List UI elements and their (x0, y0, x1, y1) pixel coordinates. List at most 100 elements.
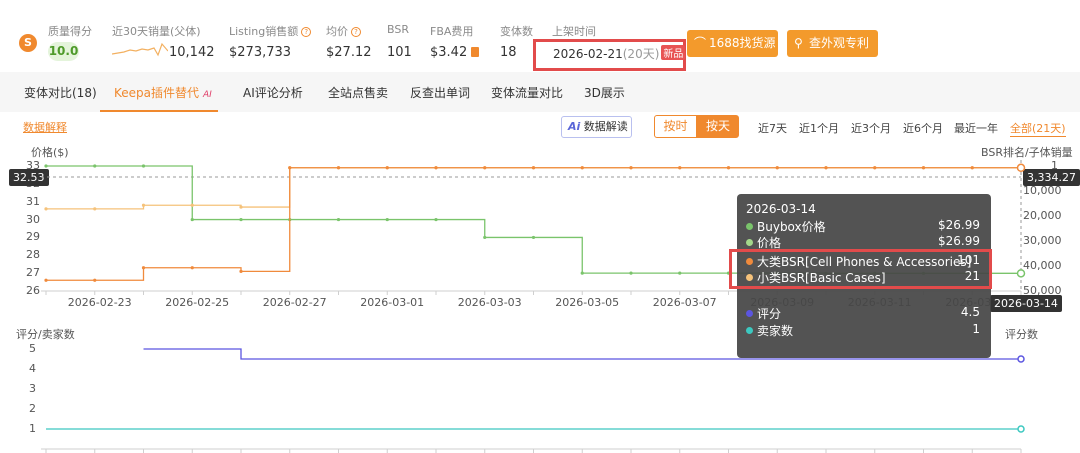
price-series-point (385, 166, 389, 170)
price-series-point (141, 203, 146, 207)
sales-sparkline-icon (112, 42, 168, 57)
legend-dot-icon (746, 310, 753, 317)
legend-dot-icon (746, 223, 753, 230)
tab-keepa-label: Keepa插件替代 (114, 86, 200, 100)
rating-end-marker (1017, 425, 1025, 433)
tab-all-sites[interactable]: 全站点售卖 (328, 84, 388, 101)
tab-reverse-keywords[interactable]: 反查出单词 (410, 84, 470, 101)
tab-variant-compare[interactable]: 变体对比(18) (24, 84, 97, 101)
legend-dot-icon (746, 239, 753, 246)
toggle-daily[interactable]: 按天 (697, 115, 739, 138)
tooltip-date: 2026-03-14 (746, 202, 816, 216)
legend-dot-icon (746, 327, 753, 334)
date-tick: 2026-03-01 (360, 296, 425, 309)
tooltip-row-label: Buybox价格 (757, 220, 826, 234)
price-series-point (239, 205, 243, 209)
price-series-point (93, 164, 97, 168)
price-series-point (775, 166, 779, 170)
find-source-1688-button[interactable]: ⌒ 1688找货源 (687, 30, 778, 57)
bsr-axis-title: BSR排名/子体销量 (981, 146, 1073, 159)
price-series-point (434, 217, 438, 222)
rating-tick: 4 (29, 362, 36, 375)
stat-fba-label: FBA费用 (430, 25, 474, 38)
tab-3d-view[interactable]: 3D展示 (584, 84, 625, 101)
check-patent-label: 查外观专利 (809, 36, 870, 50)
range-1y[interactable]: 最近一年 (954, 120, 998, 136)
price-series-point (580, 166, 584, 170)
price-series-point (434, 166, 438, 170)
price-series-point (44, 278, 48, 282)
range-3m[interactable]: 近3个月 (851, 120, 891, 136)
rating-tick: 1 (29, 422, 36, 435)
stat-quality-label: 质量得分 (48, 25, 92, 38)
price-series-point (239, 217, 243, 222)
price-tick: 29 (26, 230, 40, 244)
price-series-point (678, 166, 682, 170)
price-series-point (726, 166, 731, 170)
price-series-point (288, 217, 292, 222)
listed-days: (20天) (622, 47, 660, 61)
stat-bsr-label: BSR (387, 23, 409, 36)
price-series-point (873, 166, 877, 170)
price-series-point (580, 166, 584, 170)
tooltip-row: 卖家数 1 (746, 322, 982, 338)
check-patent-button[interactable]: ⚲ 查外观专利 (787, 30, 878, 57)
price-axis-title: 价格($) (31, 146, 69, 159)
price-series-point (288, 166, 292, 170)
range-6m[interactable]: 近6个月 (903, 120, 943, 136)
rating-axis-title: 评分/卖家数 (16, 328, 75, 341)
tab-ai-review[interactable]: AI评论分析 (243, 84, 303, 101)
ai-data-interpret-button[interactable]: Ai 数据解读 (561, 116, 632, 138)
price-series-point (336, 217, 341, 222)
stat-bsr-value: 101 (387, 45, 412, 60)
stat-sales30-value: 10,142 (169, 45, 215, 60)
toggle-hourly[interactable]: 按时 (654, 115, 697, 138)
range-7d[interactable]: 近7天 (758, 120, 787, 136)
price-series-point (93, 207, 97, 211)
listing-stats-bar: S 质量得分 10.0 近30天销量(父体) 10,142 Listing销售额… (0, 0, 1080, 72)
date-tick: 2026-02-25 (165, 296, 230, 309)
calculator-icon[interactable] (471, 47, 480, 57)
price-series-point (726, 166, 731, 170)
stat-avg-price-label: 均价 (326, 25, 348, 38)
help-icon[interactable]: ? (301, 27, 312, 37)
tab-keepa[interactable]: Keepa插件替代 AI (114, 84, 212, 101)
price-series-point (336, 166, 341, 170)
price-series-point (1019, 271, 1023, 275)
stat-sales30-label: 近30天销量(父体) (112, 25, 201, 38)
tab-variant-traffic[interactable]: 变体流量对比 (491, 84, 563, 101)
price-series-point (336, 166, 341, 170)
price-series-point (141, 266, 146, 270)
feature-tabs: 变体对比(18) Keepa插件替代 AI AI评论分析 全站点售卖 反查出单词 … (0, 72, 1080, 112)
tooltip-row: 价格 $26.99 (746, 234, 982, 250)
price-series-point (824, 166, 828, 170)
price-series-point (483, 235, 487, 240)
ai-sparkle-icon: AI (203, 90, 212, 100)
price-series-point (434, 166, 438, 170)
date-tick: 2026-02-23 (67, 296, 132, 309)
tooltip-row-label: 评分 (757, 307, 782, 321)
price-tick: 30 (26, 212, 40, 226)
price-series-point (385, 217, 389, 222)
price-series-point (678, 166, 682, 170)
listed-date-value: 2026-02-21 (553, 47, 623, 61)
range-all[interactable]: 全部(21天) (1010, 120, 1066, 137)
date-tick: 2026-03-05 (555, 296, 620, 309)
price-series-point (629, 166, 633, 170)
stat-variants-value: 18 (500, 45, 517, 60)
date-tick: 2026-03-03 (457, 296, 522, 309)
crosshair-price-label: 32.53 (9, 169, 49, 186)
tooltip-row-value: 4.5 (960, 305, 980, 319)
price-series-point (385, 166, 389, 170)
price-series-point (678, 271, 682, 275)
price-series-point (239, 269, 243, 273)
range-1m[interactable]: 近1个月 (799, 120, 839, 136)
tooltip-row-value: $26.99 (938, 234, 980, 248)
price-series-point (44, 207, 48, 211)
price-tick: 31 (26, 194, 40, 208)
price-series-point (970, 166, 974, 170)
price-series-point (531, 166, 536, 170)
price-series-point (190, 203, 194, 207)
data-explain-link[interactable]: 数据解释 (23, 119, 67, 135)
help-icon[interactable]: ? (351, 27, 361, 37)
